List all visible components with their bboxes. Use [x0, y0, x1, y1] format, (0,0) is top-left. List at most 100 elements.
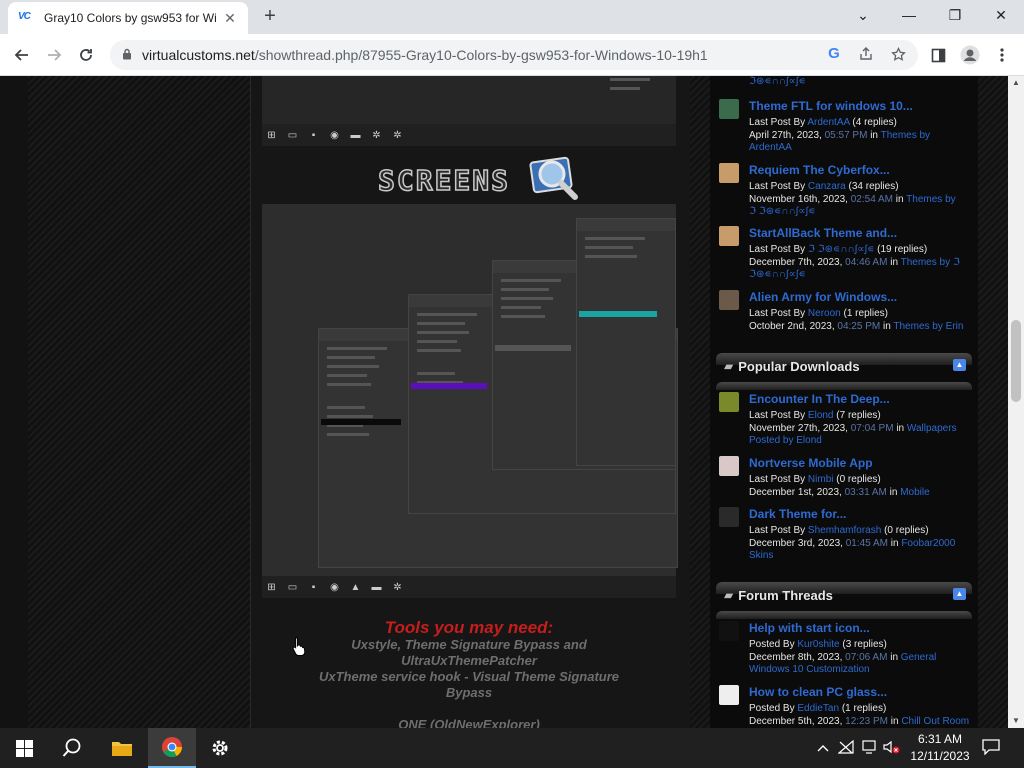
mini-taskbar-main: ⊞ ▭ ▪ ◉ ▲ ▬ ✲: [262, 576, 676, 598]
profile-avatar-icon[interactable]: [958, 43, 982, 67]
meta-link[interactable]: Mobile: [900, 487, 929, 498]
forum-thread-title-link[interactable]: How to clean PC glass...: [749, 685, 887, 699]
start-button[interactable]: [0, 728, 48, 768]
new-tab-button[interactable]: +: [260, 6, 280, 26]
meta-text: December 8th, 2023,: [749, 651, 846, 663]
collapse-forum-button[interactable]: ▲: [953, 588, 966, 600]
tray-chevron-up-icon[interactable]: [814, 740, 832, 755]
taskbar-clock[interactable]: 6:31 AM 12/11/2023: [906, 731, 974, 765]
settings-taskbar-button[interactable]: [196, 728, 244, 768]
latest-thread-title-link[interactable]: Requiem The Cyberfox...: [749, 163, 890, 177]
meta-link[interactable]: Themes by ℑ: [901, 257, 960, 268]
meta-text: December 3rd, 2023,: [749, 537, 846, 549]
meta-link[interactable]: Canzara: [808, 181, 846, 192]
user-avatar[interactable]: [719, 163, 739, 183]
maximize-button[interactable]: ❐: [932, 0, 978, 30]
meta-link[interactable]: Kur0shite: [797, 639, 839, 650]
tab-close-icon[interactable]: ✕: [222, 10, 238, 27]
notification-icon[interactable]: [982, 739, 1000, 758]
browser-menu-icon[interactable]: [990, 43, 1014, 67]
user-avatar[interactable]: [719, 226, 739, 246]
meta-link[interactable]: Skins: [749, 550, 773, 561]
url-host: virtualcustoms.net: [142, 47, 255, 63]
back-arrow-icon[interactable]: [10, 43, 34, 67]
meta-link[interactable]: ℑ ℑ⊛∊∩∩∫∝∫∊: [808, 244, 874, 255]
meta-link[interactable]: ℑ ℑ⊛∊∩∩∫∝∫∊: [749, 206, 815, 217]
meta-link[interactable]: Elond: [808, 410, 834, 421]
minimize-button[interactable]: —: [886, 0, 932, 30]
user-avatar[interactable]: [719, 99, 739, 119]
display-icon[interactable]: [861, 740, 879, 757]
popular-download-meta-line: Last Post By Elond (7 replies): [749, 410, 971, 423]
meta-link[interactable]: Posted by Elond: [749, 435, 822, 446]
sidebar-fragment-text[interactable]: ℑ⊛∊∩∩∫∝∫∊: [749, 76, 971, 89]
meta-link[interactable]: Neroon: [808, 308, 841, 319]
meta-link[interactable]: Themes by: [881, 130, 930, 141]
share-icon[interactable]: [858, 47, 874, 64]
tools-line[interactable]: Uxstyle, Theme Signature Bypass and: [262, 637, 676, 652]
meta-link[interactable]: Foobar2000: [901, 538, 955, 549]
image-icon: ▬: [350, 129, 361, 141]
post-screenshot-main[interactable]: ⊞ ▭ ▪ ◉ ▲ ▬ ✲: [262, 204, 678, 598]
bookmark-star-icon[interactable]: [890, 46, 906, 65]
scroll-up-arrow-icon[interactable]: ▲: [1008, 76, 1024, 90]
page-scrollbar[interactable]: ▲ ▼: [1008, 76, 1024, 728]
meta-link[interactable]: EddieTan: [797, 703, 839, 714]
scrollbar-thumb[interactable]: [1011, 320, 1021, 402]
tab-search-button[interactable]: ⌄: [840, 0, 886, 30]
latest-thread-title-link[interactable]: Theme FTL for windows 10...: [749, 99, 913, 113]
popular-download-meta-line: December 1st, 2023, 03:31 AM in Mobile: [749, 487, 971, 500]
latest-thread-meta-line: Last Post By ℑ ℑ⊛∊∩∩∫∝∫∊ (19 replies): [749, 244, 971, 257]
latest-thread-meta-line: Last Post By Canzara (34 replies): [749, 181, 971, 194]
file-explorer-button[interactable]: [98, 728, 146, 768]
meta-link[interactable]: ℑ⊛∊∩∩∫∝∫∊: [749, 269, 806, 280]
search-button[interactable]: [48, 728, 96, 768]
post-screenshot-top[interactable]: ⊞ ▭ ▪ ◉ ▬ ✲ ✲: [262, 76, 676, 146]
popular-download-title-link[interactable]: Encounter In The Deep...: [749, 392, 890, 406]
volume-muted-icon[interactable]: [883, 740, 901, 757]
meta-text: (1 replies): [839, 703, 887, 714]
meta-link[interactable]: Wallpapers: [907, 423, 957, 434]
meta-link[interactable]: Shemhamforash: [808, 525, 881, 536]
gear-icon: [212, 740, 228, 756]
latest-thread-title-link[interactable]: Alien Army for Windows...: [749, 290, 897, 304]
latest-thread-title-link[interactable]: StartAllBack Theme and...: [749, 226, 897, 240]
meta-link[interactable]: Chill Out Room: [901, 716, 969, 727]
address-bar[interactable]: virtualcustoms.net/showthread.php/87955-…: [110, 40, 918, 70]
meta-link[interactable]: Themes by Erin: [893, 321, 963, 332]
tools-line[interactable]: Bypass: [262, 685, 676, 700]
lock-icon[interactable]: [122, 48, 132, 63]
tools-line[interactable]: ONE (OldNewExplorer): [262, 717, 676, 728]
user-avatar[interactable]: [719, 456, 739, 476]
meta-link[interactable]: Themes by: [906, 194, 955, 205]
side-panel-icon[interactable]: [926, 43, 950, 67]
user-avatar[interactable]: [719, 290, 739, 310]
user-avatar[interactable]: [719, 392, 739, 412]
popular-download-title-link[interactable]: Nortverse Mobile App: [749, 456, 873, 470]
reload-icon[interactable]: [74, 43, 98, 67]
popular-download-title-link[interactable]: Dark Theme for...: [749, 507, 846, 521]
meta-link[interactable]: ArdentAA: [807, 117, 849, 128]
forum-thread-title-link[interactable]: Help with start icon...: [749, 621, 870, 635]
meta-link[interactable]: General: [901, 652, 937, 663]
tools-line[interactable]: UxTheme service hook - Visual Theme Sign…: [262, 669, 676, 684]
tab-active[interactable]: VC Gray10 Colors by gsw953 for Wi ✕: [8, 2, 248, 34]
forward-arrow-icon[interactable]: [42, 43, 66, 67]
gear-icon: ✲: [393, 581, 402, 593]
meta-link[interactable]: Windows 10 Customization: [749, 664, 870, 675]
collapse-popular-button[interactable]: ▲: [953, 359, 966, 371]
user-avatar[interactable]: [719, 621, 739, 641]
chrome-taskbar-button[interactable]: [148, 728, 196, 768]
meta-link[interactable]: Nimbi: [808, 474, 834, 485]
url-path: /showthread.php/87955-Gray10-Colors-by-g…: [254, 47, 708, 63]
close-window-button[interactable]: ✕: [978, 0, 1024, 30]
user-avatar[interactable]: [719, 507, 739, 527]
explorer-window-fragment: [602, 76, 676, 102]
scroll-down-arrow-icon[interactable]: ▼: [1008, 714, 1024, 728]
user-avatar[interactable]: [719, 685, 739, 705]
google-lens-icon[interactable]: G: [826, 45, 842, 62]
meta-link[interactable]: ArdentAA: [749, 142, 792, 153]
network-icon[interactable]: [837, 739, 855, 757]
latest-thread-meta-line: April 27th, 2023, 05:57 PM in Themes by: [749, 130, 971, 143]
tools-line[interactable]: UltraUxThemePatcher: [262, 653, 676, 668]
